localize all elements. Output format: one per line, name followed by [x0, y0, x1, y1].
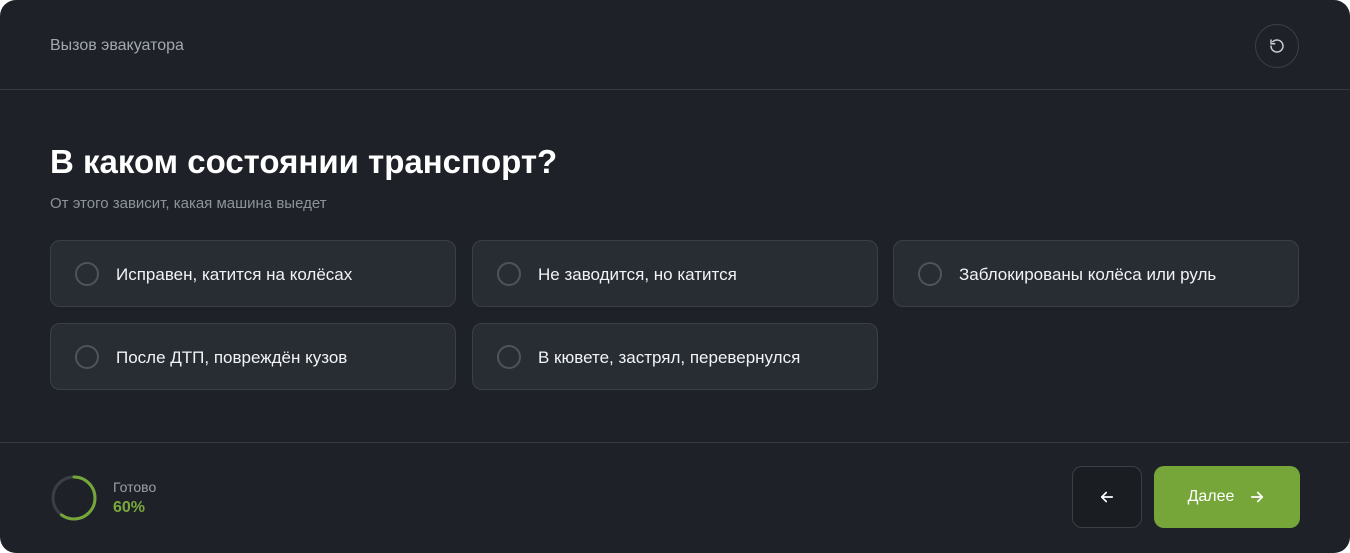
next-button[interactable]: Далее: [1154, 466, 1300, 528]
radio-circle[interactable]: [75, 262, 99, 286]
option-ditch[interactable]: В кювете, застрял, перевернулся: [472, 323, 878, 390]
option-label: Заблокированы колёса или руль: [959, 265, 1217, 284]
next-button-label: Далее: [1187, 488, 1235, 505]
form-title: Вызов эвакуатора: [50, 37, 184, 54]
radio-circle[interactable]: [497, 345, 521, 369]
option-label: Исправен, катится на колёсах: [116, 265, 353, 284]
option-label: После ДТП, повреждён кузов: [116, 348, 348, 367]
arrow-left-icon: [1100, 491, 1114, 503]
option-locked[interactable]: Заблокированы колёса или руль: [893, 240, 1299, 307]
radio-circle[interactable]: [497, 262, 521, 286]
progress-label: Готово: [113, 479, 157, 495]
question-title: В каком состоянии транспорт?: [50, 143, 558, 180]
refresh-icon: [1270, 39, 1284, 53]
arrow-right-icon: [1251, 491, 1264, 503]
option-accident[interactable]: После ДТП, повреждён кузов: [50, 323, 456, 390]
option-no-start[interactable]: Не заводится, но катится: [472, 240, 878, 307]
form-footer: [0, 442, 1350, 553]
radio-circle[interactable]: [918, 262, 942, 286]
progress-ring: [51, 475, 97, 521]
option-label: В кювете, застрял, перевернулся: [538, 348, 801, 367]
evacuator-form-card: Вызов эвакуатора В каком состоянии транс…: [0, 0, 1350, 553]
option-label: Не заводится, но катится: [538, 265, 737, 284]
reset-button[interactable]: [1255, 24, 1299, 68]
option-working[interactable]: Исправен, катится на колёсах: [50, 240, 456, 307]
back-button[interactable]: [1072, 466, 1142, 528]
radio-circle[interactable]: [75, 345, 99, 369]
progress-value: 60%: [113, 499, 146, 516]
question-subtitle: От этого зависит, какая машина выедет: [50, 195, 327, 212]
form-header: Вызов эвакуатора: [0, 0, 1350, 90]
